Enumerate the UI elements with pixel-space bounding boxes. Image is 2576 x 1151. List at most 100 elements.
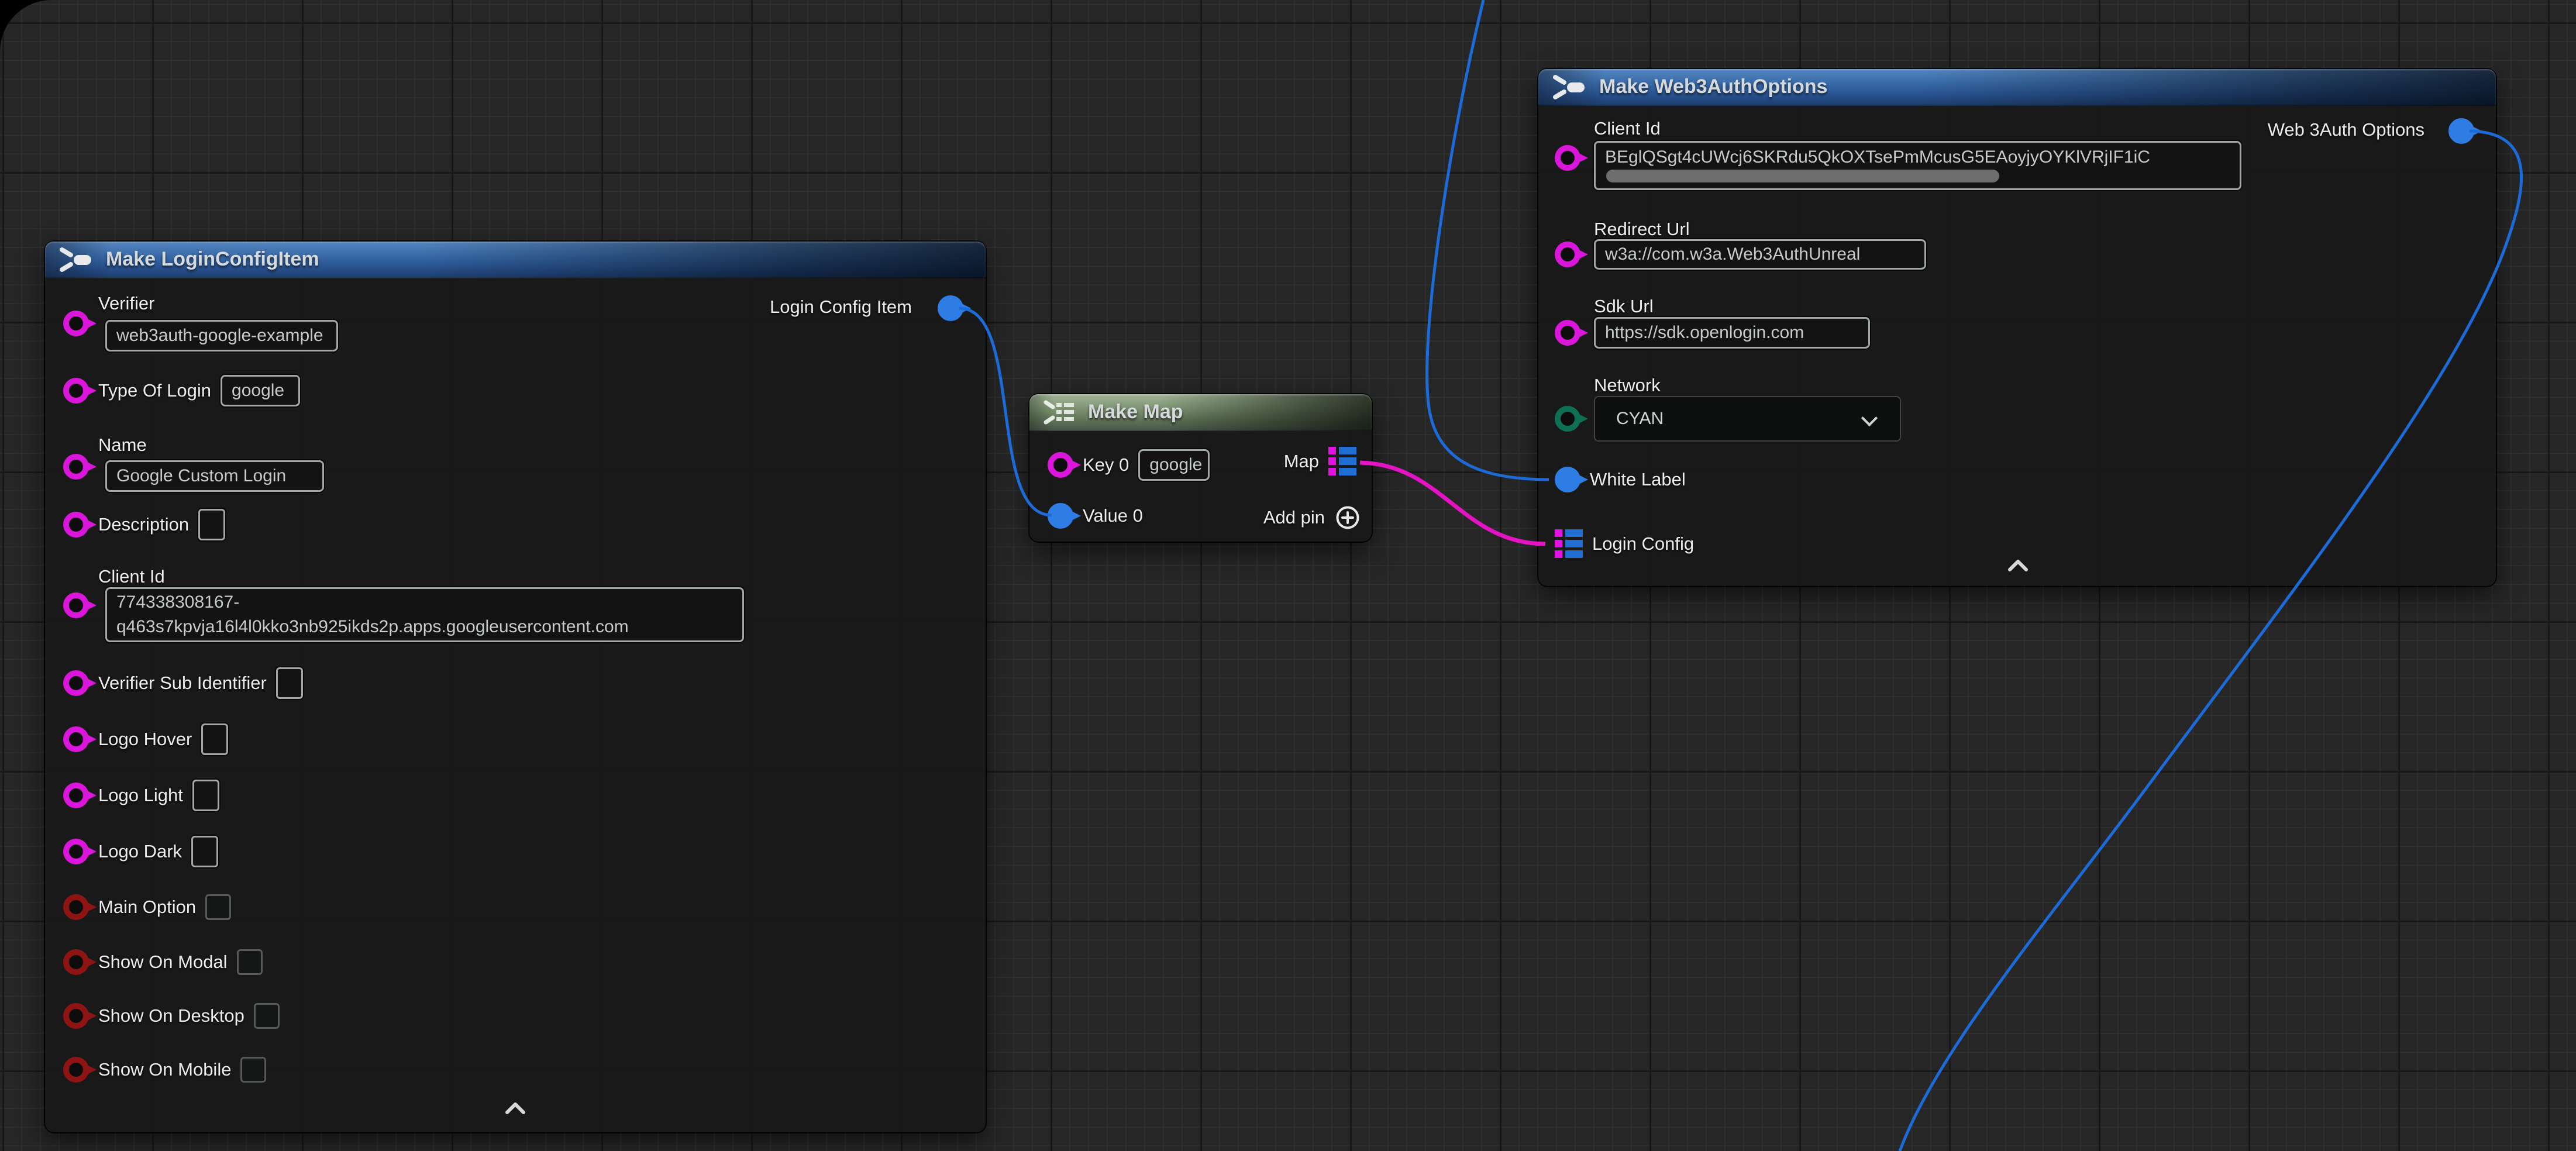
verifier-sub-identifier-input[interactable]: [276, 667, 303, 699]
map-output-label: Map: [1284, 451, 1319, 472]
show-on-mobile-checkbox[interactable]: [240, 1057, 266, 1083]
pin-description[interactable]: [63, 512, 89, 537]
name-input[interactable]: Google Custom Login: [105, 460, 324, 492]
blueprint-canvas[interactable]: Make LoginConfigItem Login Config Item V…: [0, 0, 2576, 1151]
row-description: Description: [63, 508, 225, 541]
logo-light-input[interactable]: [192, 780, 219, 811]
row-main-option: Main Option: [63, 891, 231, 923]
pin-label: Logo Light: [98, 785, 183, 806]
row-show-on-modal: Show On Modal: [63, 946, 263, 978]
node-title: Make LoginConfigItem: [106, 248, 319, 271]
wire-offscreen-to-whitelabel[interactable]: [1427, 0, 1549, 480]
network-dropdown[interactable]: CYAN: [1594, 396, 1901, 442]
row-network: Network CYAN: [1555, 375, 2467, 421]
description-input[interactable]: [198, 509, 225, 540]
pin-label: White Label: [1590, 469, 1686, 490]
main-option-checkbox[interactable]: [205, 894, 231, 920]
row-show-on-desktop: Show On Desktop: [63, 1000, 280, 1032]
pin-logo-light[interactable]: [63, 783, 89, 808]
chevron-up-icon: [2006, 557, 2030, 573]
type-of-login-input[interactable]: google: [221, 375, 300, 406]
pin-map-output[interactable]: [1328, 447, 1356, 476]
output-pin-label: Login Config Item: [770, 297, 912, 318]
pin-label: Main Option: [98, 897, 196, 918]
pin-show-on-mobile[interactable]: [63, 1057, 89, 1083]
pin-label: Verifier: [98, 293, 154, 314]
collapse-node-button[interactable]: [2006, 557, 2030, 573]
chevron-up-icon: [504, 1100, 527, 1115]
row-type-of-login: Type Of Login google: [63, 374, 300, 407]
plus-circle-icon: [1335, 505, 1360, 530]
node-header[interactable]: Make Web3AuthOptions: [1538, 69, 2496, 106]
client-id-text: BEglQSgt4cUWcj6SKRdu5QkOXTsePmMcusG5EAoy…: [1605, 147, 2150, 167]
pin-verifier[interactable]: [63, 311, 89, 336]
pin-white-label[interactable]: [1555, 467, 1580, 492]
pin-label: Type Of Login: [98, 380, 211, 401]
add-pin-button[interactable]: Add pin: [1263, 505, 1360, 530]
pin-type-of-login[interactable]: [63, 378, 89, 404]
row-logo-dark: Logo Dark: [63, 835, 218, 868]
pin-show-on-desktop[interactable]: [63, 1003, 89, 1029]
client-id-line1: 774338308167-: [116, 590, 239, 615]
pin-label: Name: [98, 435, 147, 456]
logo-hover-input[interactable]: [201, 723, 228, 755]
row-client-id: Client Id BEglQSgt4cUWcj6SKRdu5QkOXTsePm…: [1555, 118, 2467, 167]
pin-login-config[interactable]: [1555, 529, 1583, 559]
pin-label: Login Config: [1592, 533, 1694, 554]
pin-logo-hover[interactable]: [63, 726, 89, 752]
chevron-down-icon: [1861, 410, 1878, 426]
row-login-config: Login Config: [1555, 528, 1694, 560]
pin-label: Show On Mobile: [98, 1059, 231, 1080]
pin-label: Logo Hover: [98, 729, 192, 750]
pin-label: Description: [98, 514, 189, 535]
client-id-input[interactable]: BEglQSgt4cUWcj6SKRdu5QkOXTsePmMcusG5EAoy…: [1594, 141, 2241, 190]
node-header[interactable]: Make LoginConfigItem: [45, 242, 986, 278]
logo-dark-input[interactable]: [191, 836, 218, 867]
pin-label: Redirect Url: [1594, 219, 1690, 240]
pin-label: Sdk Url: [1594, 296, 1654, 317]
pin-show-on-modal[interactable]: [63, 949, 89, 975]
row-logo-light: Logo Light: [63, 779, 219, 812]
pin-sdk-url[interactable]: [1555, 320, 1580, 346]
sdk-url-input[interactable]: https://sdk.openlogin.com: [1594, 317, 1870, 349]
pin-label: Logo Dark: [98, 841, 182, 862]
pin-label: Client Id: [98, 566, 165, 587]
show-on-desktop-checkbox[interactable]: [254, 1003, 280, 1029]
pin-client-id[interactable]: [1555, 145, 1580, 171]
pin-verifier-sub-identifier[interactable]: [63, 670, 89, 696]
row-white-label: White Label: [1555, 463, 1686, 496]
node-header[interactable]: Make Map: [1029, 394, 1372, 431]
client-id-line2: q463s7kpvja16l4l0kko3nb925ikds2p.apps.go…: [116, 615, 629, 639]
wire-map-to-loginconfig[interactable]: [1360, 463, 1545, 544]
collapse-node-button[interactable]: [504, 1100, 527, 1115]
node-title: Make Web3AuthOptions: [1599, 75, 1827, 98]
row-logo-hover: Logo Hover: [63, 723, 228, 756]
client-id-scrollbar[interactable]: [1606, 170, 1999, 182]
show-on-modal-checkbox[interactable]: [237, 949, 263, 975]
add-pin-label: Add pin: [1263, 507, 1325, 528]
pin-main-option[interactable]: [63, 894, 89, 920]
pin-logo-dark[interactable]: [63, 839, 89, 864]
key0-input[interactable]: google: [1138, 449, 1210, 481]
pin-name[interactable]: [63, 454, 89, 480]
redirect-url-input[interactable]: w3a://com.w3a.Web3AuthUnreal: [1594, 239, 1926, 270]
pin-network[interactable]: [1555, 406, 1580, 432]
row-value0: Value 0: [1048, 499, 1143, 532]
pin-redirect-url[interactable]: [1555, 242, 1580, 267]
pin-label: Key 0: [1083, 454, 1129, 475]
verifier-input[interactable]: web3auth-google-example: [105, 320, 338, 351]
node-make-map[interactable]: Make Map Key 0 google Value 0 Map Add pi…: [1029, 394, 1372, 542]
pin-key0[interactable]: [1048, 452, 1073, 478]
client-id-input[interactable]: 774338308167- q463s7kpvja16l4l0kko3nb925…: [105, 587, 744, 642]
node-title: Make Map: [1088, 401, 1183, 423]
node-make-loginconfigitem[interactable]: Make LoginConfigItem Login Config Item V…: [45, 242, 986, 1132]
pin-label: Value 0: [1083, 505, 1143, 526]
pin-label: Show On Desktop: [98, 1005, 244, 1026]
make-struct-icon: [58, 246, 94, 273]
make-struct-icon: [1551, 74, 1587, 101]
pin-client-id[interactable]: [63, 592, 89, 618]
make-map-icon: [1042, 399, 1076, 426]
pin-label: Client Id: [1594, 118, 1661, 139]
network-selected-value: CYAN: [1616, 409, 1664, 429]
row-key0: Key 0 google: [1048, 449, 1210, 481]
